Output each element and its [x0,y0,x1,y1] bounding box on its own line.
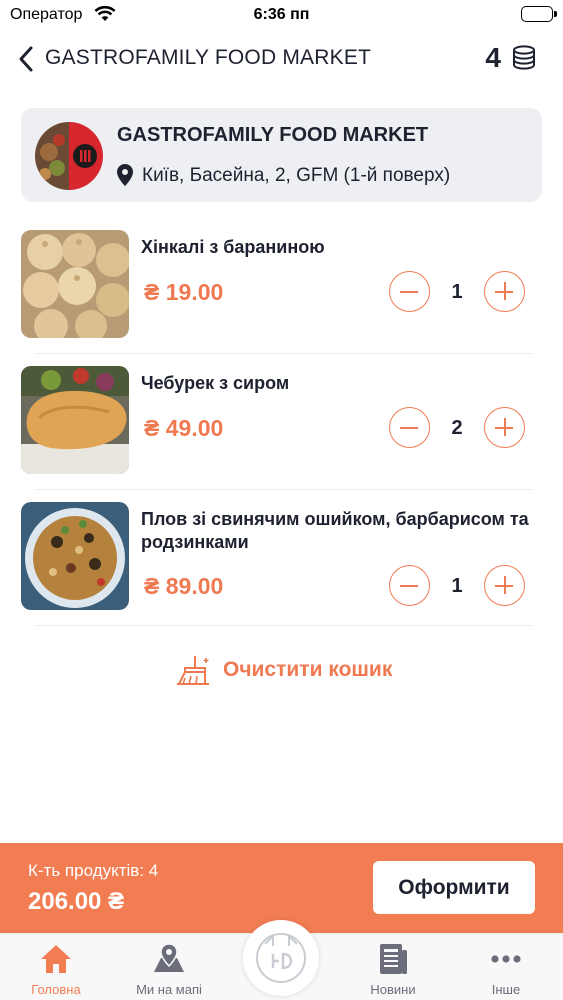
cart-item: Чебурек з сиром ₴ 49.00 2 [0,354,563,490]
item-name: Чебурек з сиром [141,373,290,393]
status-bar: Оператор 6:36 пп [0,0,563,30]
item-quantity: 1 [451,281,463,303]
more-icon [489,942,523,976]
item-divider [35,625,532,626]
increase-quantity-button[interactable] [484,271,525,312]
item-quantity: 1 [451,575,463,597]
increase-quantity-button[interactable] [484,565,525,606]
store-card[interactable]: GASTROFAMILY FOOD MARKET Київ, Басейна, … [21,108,542,202]
item-name: Хінкалі з бараниною [141,237,325,257]
location-pin-icon [117,164,133,191]
decrease-quantity-button[interactable] [389,565,430,606]
clear-cart-button[interactable]: Очистити кошик [175,652,415,688]
store-logo [35,122,103,190]
item-name: Плов зі свинячим ошийком, барбарисом та … [141,509,529,552]
news-icon [376,942,410,976]
brand-logo-icon [256,933,306,983]
clear-cart-label: Очистити кошик [223,658,393,681]
coin-count: 4 [485,42,501,73]
home-icon [39,942,73,976]
map-icon [152,942,186,976]
cart-total: 206.00 ₴ [28,888,125,915]
broom-icon [175,654,211,691]
store-address: Київ, Басейна, 2, GFM (1-й поверх) [142,165,451,186]
nav-header: GASTROFAMILY FOOD MARKET 4 [0,36,563,80]
decrease-quantity-button[interactable] [389,271,430,312]
increase-quantity-button[interactable] [484,407,525,448]
back-button[interactable] [14,44,40,74]
item-image [21,230,129,338]
tab-label: Новини [370,982,416,997]
tab-label: Ми на мапі [136,982,202,997]
chevron-left-icon [19,46,33,72]
page-title: GASTROFAMILY FOOD MARKET [45,46,372,69]
item-price: ₴ 19.00 [144,279,224,305]
cart-item: Хінкалі з бараниною ₴ 19.00 1 [0,218,563,354]
store-name: GASTROFAMILY FOOD MARKET [117,124,429,146]
checkout-button[interactable]: Оформити [373,861,535,914]
item-image [21,502,129,610]
product-count: К-ть продуктів: 4 [28,861,159,880]
tab-label: Головна [31,982,81,997]
item-quantity: 2 [451,417,463,439]
cart-list: Хінкалі з бараниною ₴ 19.00 1 Чебурек з … [0,218,563,626]
item-price: ₴ 89.00 [144,573,224,599]
status-time: 6:36 пп [253,6,310,23]
coins-icon [511,45,537,76]
tab-news[interactable]: Новини [348,934,438,1000]
battery-icon [521,6,557,22]
tab-map[interactable]: Ми на мапі [124,934,214,1000]
item-image [21,366,129,474]
decrease-quantity-button[interactable] [389,407,430,448]
center-logo-button[interactable] [243,920,319,996]
item-price: ₴ 49.00 [144,415,224,441]
cart-item: Плов зі свинячим ошийком, барбарисом та … [0,490,563,626]
tab-label: Інше [491,982,521,997]
tab-more[interactable]: Інше [461,934,551,1000]
tab-home[interactable]: Головна [11,934,101,1000]
